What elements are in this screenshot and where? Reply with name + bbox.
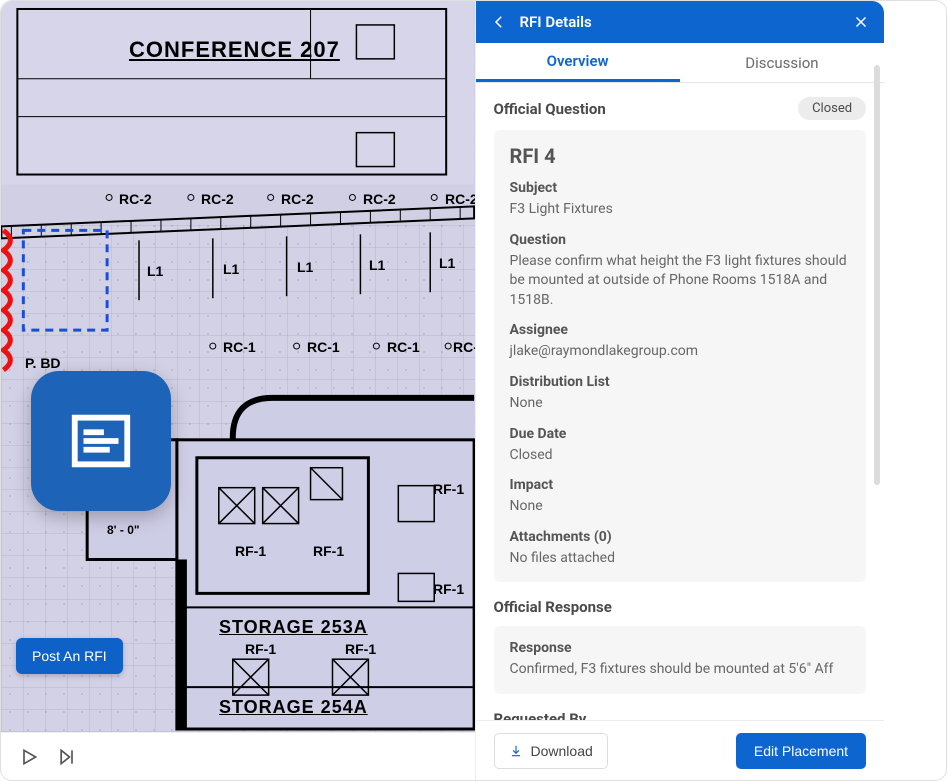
room-label-storage-b: STORAGE 254A: [219, 697, 368, 718]
tab-overview[interactable]: Overview: [476, 43, 680, 82]
panel-header: RFI Details: [476, 1, 885, 43]
question-card: RFI 4 Subject F3 Light Fixtures Question…: [494, 130, 867, 582]
download-label: Download: [531, 743, 593, 759]
back-chevron-icon[interactable]: [490, 13, 508, 31]
tag-rc2: RC-2: [281, 191, 314, 207]
tag-rf1: RF-1: [313, 543, 344, 559]
tag-rc1: RC-1: [387, 339, 420, 355]
tag-rf1: RF-1: [245, 641, 276, 657]
tag-rc2: RC-2: [363, 191, 396, 207]
drawing-viewport[interactable]: CONFERENCE 207 RC-2 RC-2 RC-2 RC-2 RC-2 …: [1, 1, 475, 732]
tag-l1: L1: [223, 261, 239, 277]
tag-l1: L1: [439, 255, 455, 271]
drawing-toolbar: [1, 732, 475, 780]
response-label: Response: [510, 640, 851, 656]
room-label-conference: CONFERENCE 207: [129, 37, 340, 63]
question-value: Please confirm what height the F3 light …: [510, 252, 851, 311]
response-card: Response Confirmed, F3 fixtures should b…: [494, 626, 867, 694]
tag-rc1: RC-1: [453, 339, 475, 355]
dimension-label: 8' - 0": [107, 523, 140, 537]
duedate-label: Due Date: [510, 426, 851, 442]
tag-rc2: RC-2: [445, 191, 475, 207]
tag-l1: L1: [369, 257, 385, 273]
drawing-panel: CONFERENCE 207 RC-2 RC-2 RC-2 RC-2 RC-2 …: [1, 1, 475, 780]
attachments-value: No files attached: [510, 549, 851, 569]
status-badge: Closed: [798, 97, 866, 120]
subject-label: Subject: [510, 180, 851, 196]
app-container: CONFERENCE 207 RC-2 RC-2 RC-2 RC-2 RC-2 …: [0, 0, 947, 781]
tag-rf1: RF-1: [433, 581, 464, 597]
question-label: Question: [510, 232, 851, 248]
tag-rf1: RF-1: [345, 641, 376, 657]
tag-rc1: RC-1: [223, 339, 256, 355]
panel-body[interactable]: Official Question Closed RFI 4 Subject F…: [476, 83, 885, 720]
distribution-label: Distribution List: [510, 374, 851, 390]
tag-rc2: RC-2: [201, 191, 234, 207]
play-icon[interactable]: [19, 747, 39, 767]
panel-title: RFI Details: [520, 13, 841, 31]
duedate-value: Closed: [510, 446, 851, 466]
official-response-label: Official Response: [494, 598, 867, 616]
tab-discussion[interactable]: Discussion: [680, 43, 884, 82]
tag-rf1: RF-1: [433, 481, 464, 497]
scrollbar-thumb[interactable]: [874, 65, 880, 485]
tag-l1: L1: [147, 263, 163, 279]
close-icon[interactable]: [852, 13, 870, 31]
attachments-label: Attachments (0): [510, 529, 851, 545]
response-value: Confirmed, F3 fixtures should be mounted…: [510, 660, 851, 680]
subject-value: F3 Light Fixtures: [510, 200, 851, 220]
impact-label: Impact: [510, 477, 851, 493]
requested-by-label: Requested By: [494, 710, 867, 720]
tabs: Overview Discussion: [476, 43, 885, 83]
edit-placement-button[interactable]: Edit Placement: [736, 733, 866, 769]
skip-forward-icon[interactable]: [57, 747, 77, 767]
tag-rc1: RC-1: [307, 339, 340, 355]
panel-footer: Download Edit Placement: [476, 720, 885, 780]
rfi-title: RFI 4: [510, 144, 851, 168]
impact-value: None: [510, 497, 851, 517]
assignee-value: jlake@raymondlakegroup.com: [510, 342, 851, 362]
distribution-value: None: [510, 394, 851, 414]
tag-pbd: P. BD: [25, 355, 61, 371]
tag-rf1: RF-1: [235, 543, 266, 559]
assignee-label: Assignee: [510, 322, 851, 338]
rfi-detail-panel: RFI Details Overview Discussion Official…: [475, 1, 885, 780]
download-icon: [509, 744, 523, 758]
tag-l1: L1: [297, 259, 313, 275]
official-question-label: Official Question: [494, 100, 606, 118]
room-label-storage-a: STORAGE 253A: [219, 617, 368, 638]
right-gutter: [884, 1, 946, 780]
tag-rc2: RC-2: [119, 191, 152, 207]
rfi-pin-icon[interactable]: [31, 371, 171, 511]
download-button[interactable]: Download: [494, 733, 608, 769]
post-rfi-button[interactable]: Post An RFI: [16, 638, 123, 674]
